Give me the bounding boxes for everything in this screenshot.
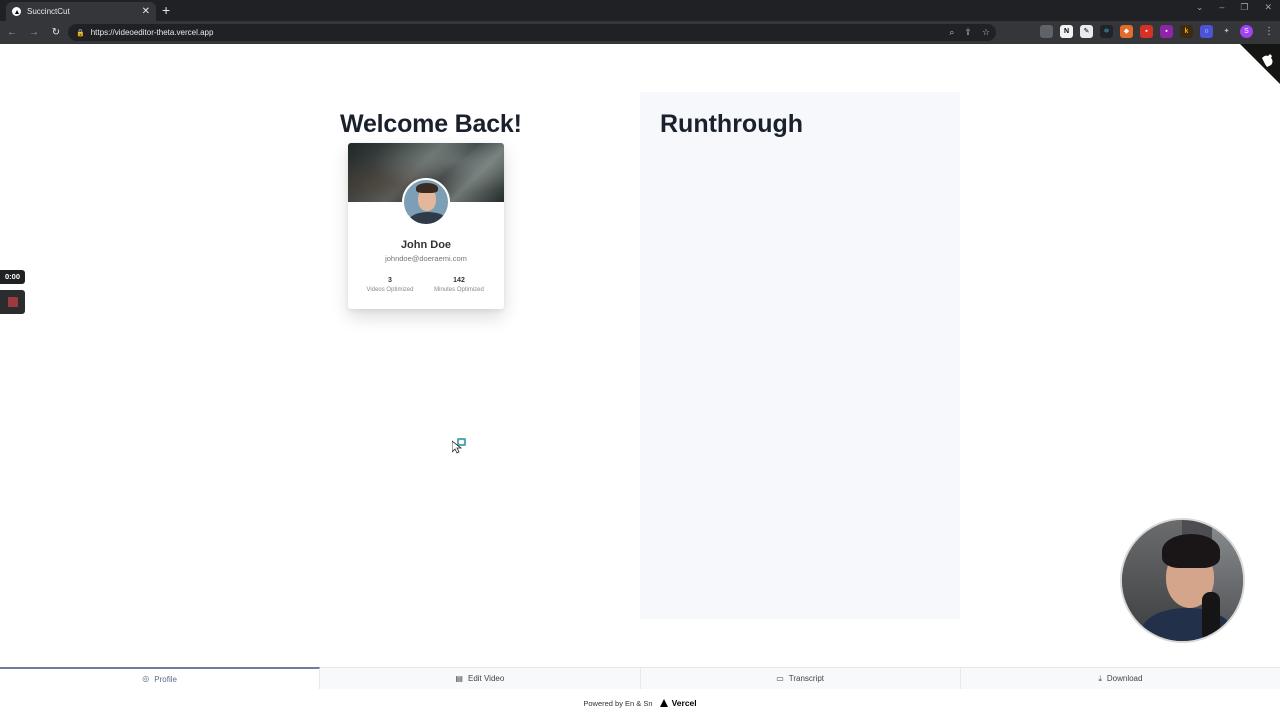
powered-by-text: Powered by En & Sn [583,698,653,708]
close-tab-icon[interactable]: ✕ [142,6,150,17]
forward-icon[interactable]: → [24,27,44,38]
footer: Powered by En & Sn Vercel [0,696,1280,710]
tab-edit-video[interactable]: ▤ Edit Video [320,668,641,689]
extension-icon[interactable] [1040,25,1053,38]
welcome-heading: Welcome Back! [340,110,522,138]
extensions-bar: N ✎ ⚛ ◆ ▪ ▪ k ○ ✦ S ⋮ [1040,25,1274,38]
browser-tabstrip: SuccinctCut ✕ + ⌄ – ❐ ✕ [0,0,1280,21]
profile-name: John Doe [400,239,452,251]
new-tab-button[interactable]: + [162,2,170,18]
tab-label: Download [1106,674,1143,683]
red-extension-icon[interactable]: ▪ [1140,25,1153,38]
browser-tab[interactable]: SuccinctCut ✕ [6,2,156,21]
react-devtools-icon[interactable]: ⚛ [1100,25,1113,38]
github-corner-icon[interactable] [1240,44,1280,84]
stat-value: 142 [453,277,465,284]
film-icon: ▤ [455,673,463,683]
bookmark-star-icon[interactable]: ☆ [982,27,990,38]
user-circle-icon: ◎ [142,674,150,683]
stat-value: 3 [388,277,392,284]
browser-menu-icon[interactable]: ⋮ [1264,26,1274,37]
webcam-overlay[interactable] [1120,518,1245,643]
url-text[interactable]: https://videoeditor-theta.vercel.app [91,28,214,37]
stat-videos-optimized: 3 Videos Optimized [355,277,425,293]
purple-extension-icon[interactable]: ▪ [1160,25,1173,38]
notion-extension-icon[interactable]: N [1060,25,1073,38]
blue-extension-icon[interactable]: ○ [1200,25,1213,38]
vercel-logo-icon[interactable] [659,699,668,707]
profile-avatar[interactable]: S [1240,25,1253,38]
stop-recording-button[interactable] [0,290,25,314]
address-bar[interactable]: 🔒 https://videoeditor-theta.vercel.app ⌕… [68,24,996,41]
omnibox-actions: ⌕ ⇪ ☆ [949,24,990,41]
zoom-icon[interactable]: ⌕ [949,27,954,38]
mouse-cursor-icon [452,438,466,454]
recording-timer: 0:00 [0,270,25,284]
stat-label: Videos Optimized [366,287,414,293]
tab-label: Profile [154,674,177,684]
download-icon: ⤓ [1098,673,1102,683]
pen-extension-icon[interactable]: ✎ [1080,25,1093,38]
tab-title: SuccinctCut [27,7,70,16]
close-window-icon[interactable]: ✕ [1264,2,1272,13]
vercel-brand[interactable]: Vercel [672,698,697,708]
window-controls: ⌄ – ❐ ✕ [1196,2,1272,13]
stat-minutes-optimized: 142 Minutes Optimized [424,277,494,293]
runthrough-heading: Runthrough [660,110,804,138]
runthrough-panel: Runthrough [640,92,960,619]
tab-profile[interactable]: ◎ Profile [0,667,321,689]
microphone-icon [1202,592,1220,641]
tab-transcript[interactable]: ▭ Transcript [641,668,961,689]
share-icon[interactable]: ⇪ [964,27,972,38]
k-extension-icon[interactable]: k [1180,25,1193,38]
profile-email: johndoe@doeraemi.com [385,254,467,263]
minimize-icon[interactable]: – [1219,2,1224,13]
vercel-favicon-icon [12,7,21,16]
tab-label: Transcript [788,674,825,683]
puzzle-extensions-icon[interactable]: ✦ [1220,25,1233,38]
back-icon[interactable]: ← [2,27,22,38]
tab-label: Edit Video [467,674,505,683]
tab-search-icon[interactable]: ⌄ [1196,2,1204,13]
restore-icon[interactable]: ❐ [1240,2,1248,13]
stat-label: Minutes Optimized [434,287,484,293]
bottom-tab-bar: ◎ Profile ▤ Edit Video ▭ Transcript ⤓ Do… [0,667,1280,689]
lock-icon: 🔒 [76,29,85,37]
captions-icon: ▭ [776,673,784,683]
fox-extension-icon[interactable]: ◆ [1120,25,1133,38]
tab-download[interactable]: ⤓ Download [961,668,1280,689]
profile-card: John Doe johndoe@doeraemi.com 3 Videos O… [348,143,504,309]
avatar [402,178,450,226]
reload-icon[interactable]: ↻ [46,27,66,38]
